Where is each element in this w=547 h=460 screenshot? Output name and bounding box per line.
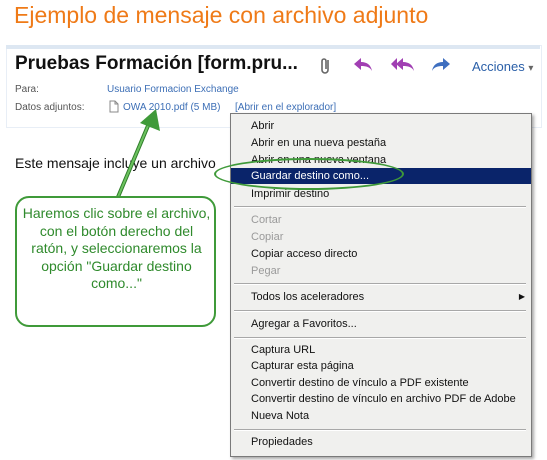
pointer-arrow-icon [116, 109, 160, 198]
menu-item-convert-adobe-pdf[interactable]: Convertir destino de vínculo en archivo … [231, 391, 531, 407]
highlight-ellipse [214, 158, 404, 190]
submenu-arrow-icon: ▶ [518, 292, 525, 301]
menu-item-paste[interactable]: Pegar [231, 263, 531, 279]
menu-separator [234, 283, 526, 285]
page-title: Ejemplo de mensaje con archivo adjunto [14, 2, 429, 28]
menu-separator [234, 429, 526, 431]
menu-item-open[interactable]: Abrir [231, 118, 531, 134]
menu-item-properties[interactable]: Propiedades [231, 434, 531, 450]
paperclip-icon[interactable] [318, 56, 334, 81]
forward-icon[interactable] [430, 56, 452, 79]
menu-item-new-note[interactable]: Nueva Nota [231, 408, 531, 424]
menu-item-convert-existing-pdf[interactable]: Convertir destino de vínculo a PDF exist… [231, 375, 531, 391]
menu-separator [234, 310, 526, 312]
menu-item-label: Todos los aceleradores [251, 291, 365, 303]
menu-item-open-new-tab[interactable]: Abrir en una nueva pestaña [231, 135, 531, 151]
reply-icon[interactable] [352, 56, 374, 79]
menu-item-capture-page[interactable]: Capturar esta página [231, 358, 531, 374]
message-header-bar [6, 45, 540, 49]
chevron-down-icon: ▾ [528, 63, 534, 74]
message-subject: Pruebas Formación [form.pru... [15, 53, 298, 74]
to-recipient[interactable]: Usuario Formacion Exchange [107, 84, 239, 95]
attachments-label: Datos adjuntos: [15, 102, 85, 113]
menu-item-cut[interactable]: Cortar [231, 212, 531, 228]
actions-menu-button[interactable]: Acciones ▾ [472, 59, 533, 74]
to-label: Para: [15, 84, 39, 95]
menu-item-capture-url[interactable]: Captura URL [231, 342, 531, 358]
menu-item-add-favorites[interactable]: Agregar a Favoritos... [231, 316, 531, 332]
actions-label: Acciones [472, 59, 525, 74]
menu-item-copy[interactable]: Copiar [231, 229, 531, 245]
reply-all-icon[interactable] [390, 56, 416, 79]
menu-item-all-accelerators[interactable]: Todos los aceleradores ▶ [231, 289, 531, 305]
menu-item-copy-shortcut[interactable]: Copiar acceso directo [231, 246, 531, 262]
menu-separator [234, 206, 526, 208]
open-in-explorer-link[interactable]: [Abrir en el explorador] [235, 102, 336, 113]
annotation-text: Haremos clic sobre el archivo, con el bo… [22, 205, 211, 291]
menu-separator [234, 337, 526, 339]
